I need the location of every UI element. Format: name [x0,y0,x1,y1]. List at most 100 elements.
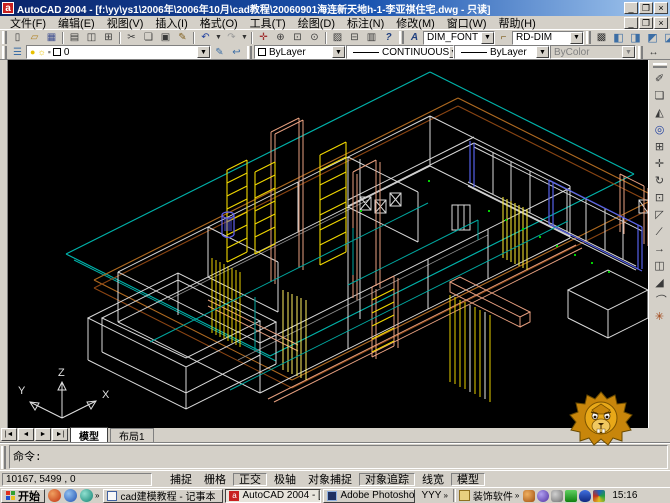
pan-button[interactable] [255,31,272,45]
toolbar-grip[interactable] [638,46,643,59]
copy-object-button[interactable] [651,87,669,104]
break-button[interactable] [651,257,669,274]
publish-button[interactable] [100,31,117,45]
doc-close-button[interactable]: × [654,17,668,29]
tool-palettes-button[interactable] [363,31,380,45]
plot-button[interactable] [66,31,83,45]
copy-clip-button[interactable] [140,31,157,45]
tab-first-button[interactable]: |◄ [1,428,17,441]
new-button[interactable] [9,31,26,45]
text-style-combo[interactable]: DIM_FONT ▼ [423,31,495,45]
tab-prev-button[interactable]: ◄ [18,428,34,441]
bulb-icon[interactable]: ● [30,47,35,57]
sun-icon[interactable]: ☼ [37,47,45,57]
erase-button[interactable] [651,70,669,87]
view-top-button[interactable]: ◧ [610,31,627,45]
view-right-button[interactable]: ◪ [661,31,670,45]
menu-view[interactable]: 视图(V) [101,15,150,31]
trim-button[interactable] [651,223,669,240]
menu-window[interactable]: 窗口(W) [441,15,493,31]
osnap-toggle[interactable]: 对象捕捉 [303,473,357,486]
named-views-button[interactable] [593,31,610,45]
zoom-realtime-button[interactable] [272,31,289,45]
deco-toolbar-chevron[interactable]: » [515,491,519,500]
undo-button[interactable] [197,31,214,45]
save-button[interactable] [43,31,60,45]
chevron-down-icon[interactable]: ▼ [481,32,494,44]
zoom-previous-button[interactable] [306,31,323,45]
task-notepad[interactable]: cad建模教程 - 记事本 [103,489,223,503]
layer-manager-button[interactable] [9,45,26,59]
redo-button[interactable] [223,31,240,45]
redo-dropdown[interactable]: ▼ [240,31,249,45]
toolbar-grip[interactable] [399,31,404,44]
scale-button[interactable] [651,189,669,206]
color-combo[interactable]: ByLayer ▼ [254,45,346,59]
deco-toolbar-label[interactable]: 装饰软件 [473,488,513,503]
plot-preview-button[interactable] [83,31,100,45]
drawing-viewport[interactable]: Z X Y [8,60,648,428]
chevron-down-icon[interactable]: ▼ [197,46,210,58]
coordinate-readout[interactable]: 10167, 5499 , 0 [2,473,152,486]
snap-toggle[interactable]: 捕捉 [165,473,197,486]
tray-icon-5[interactable] [579,490,591,502]
menu-help[interactable]: 帮助(H) [493,15,542,31]
chevron-down-icon[interactable]: ▼ [332,46,345,58]
command-input[interactable]: 命令: [9,445,668,469]
menu-draw[interactable]: 绘图(D) [292,15,341,31]
help-button[interactable] [380,31,397,45]
explode-button[interactable] [651,308,669,325]
dim-style-button[interactable] [495,31,512,45]
make-object-layer-current-button[interactable] [211,45,228,59]
tray-icon-2[interactable] [537,490,549,502]
tray-icon-3[interactable] [551,490,563,502]
tray-icon-1[interactable] [523,490,535,502]
lion-mascot[interactable] [568,390,634,447]
lock-icon[interactable]: ▪ [48,47,51,57]
paste-button[interactable] [157,31,174,45]
grid-toggle[interactable]: 栅格 [199,473,231,486]
quick-launch-icon-3[interactable] [80,489,93,502]
menu-tools[interactable]: 工具(T) [244,15,292,31]
array-button[interactable] [651,138,669,155]
task-autocad[interactable]: a AutoCAD 2004 - [f:\... [225,489,321,503]
tab-layout1[interactable]: 布局1 [110,428,154,442]
menu-insert[interactable]: 插入(I) [149,15,193,31]
dim-style-combo[interactable]: RD-DIM ▼ [512,31,584,45]
model-space-toggle[interactable]: 模型 [451,473,485,486]
toolbar-grip[interactable] [247,46,252,59]
move-button[interactable] [651,155,669,172]
stretch-button[interactable] [651,206,669,223]
text-style-button[interactable] [406,31,423,45]
quick-launch-icon-2[interactable] [64,489,77,502]
undo-dropdown[interactable]: ▼ [214,31,223,45]
polar-toggle[interactable]: 极轴 [269,473,301,486]
doc-minimize-button[interactable]: _ [624,17,638,29]
menu-modify[interactable]: 修改(M) [390,15,441,31]
task-photoshop[interactable]: Adobe Photoshop [323,489,415,503]
close-button[interactable]: × [654,2,668,14]
chamfer-button[interactable] [651,274,669,291]
layer-combo[interactable]: ● ☼ ▪ 0 ▼ [26,45,211,59]
linetype-combo[interactable]: CONTINUOUS ▼ [346,45,454,59]
menu-file[interactable]: 文件(F) [4,15,52,31]
view-bottom-button[interactable]: ◨ [627,31,644,45]
toolbar-grip[interactable] [2,46,7,59]
rotate-button[interactable] [651,172,669,189]
toolbar-grip[interactable] [586,31,591,44]
extend-button[interactable] [651,240,669,257]
toolbar-grip[interactable] [2,31,7,44]
otrack-toggle[interactable]: 对象追踪 [359,473,415,486]
lineweight-combo[interactable]: ByLayer ▼ [454,45,550,59]
tab-last-button[interactable]: ►| [52,428,68,441]
tab-next-button[interactable]: ► [35,428,51,441]
tray-icon-4[interactable] [565,490,577,502]
properties-button[interactable] [329,31,346,45]
command-window-grip[interactable] [1,446,6,469]
menu-format[interactable]: 格式(O) [194,15,244,31]
toolbar-grip[interactable] [653,63,667,68]
chevron-down-icon[interactable]: ▼ [536,46,549,58]
mirror-button[interactable] [651,104,669,121]
tab-model[interactable]: 模型 [70,427,108,442]
restore-button[interactable]: ❐ [639,2,653,14]
